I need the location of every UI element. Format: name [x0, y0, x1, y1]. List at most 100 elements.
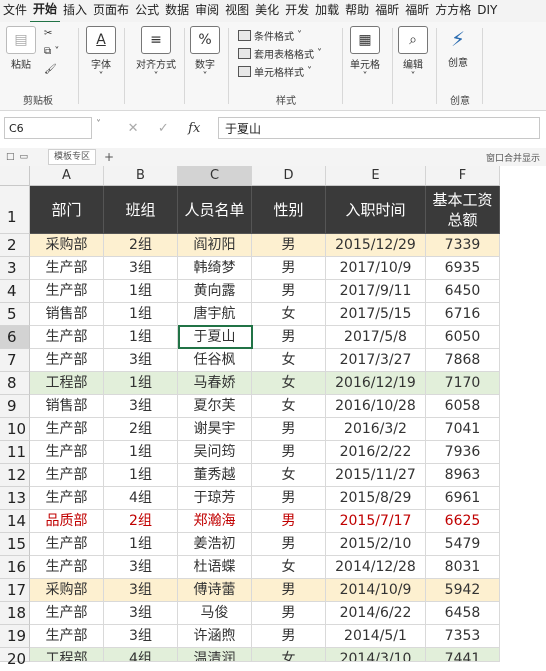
cancel-icon[interactable]: ✕ — [128, 121, 139, 136]
row-header[interactable]: 16 — [0, 556, 30, 579]
row-header[interactable]: 12 — [0, 464, 30, 487]
table-cell[interactable]: 2017/3/27 — [326, 349, 426, 372]
table-cell[interactable]: 销售部 — [30, 303, 104, 326]
ribbon-tab[interactable]: 美化 — [252, 0, 282, 22]
row-header[interactable]: 1 — [0, 186, 30, 234]
table-cell[interactable]: 6458 — [426, 602, 500, 625]
table-cell[interactable]: 生产部 — [30, 487, 104, 510]
table-cell[interactable]: 3组 — [104, 556, 178, 579]
table-cell[interactable]: 3组 — [104, 349, 178, 372]
table-cell[interactable]: 3组 — [104, 257, 178, 280]
window-merge-label[interactable]: 窗口合并显示 — [486, 151, 540, 164]
function-icon[interactable]: fx — [188, 121, 200, 136]
table-cell[interactable]: 男 — [252, 510, 326, 533]
table-cell[interactable]: 7868 — [426, 349, 500, 372]
number-button[interactable]: % 数字 ˅ — [190, 26, 220, 82]
header-cell[interactable]: 性别 — [252, 186, 326, 234]
table-cell[interactable]: 男 — [252, 280, 326, 303]
table-cell[interactable]: 生产部 — [30, 326, 104, 349]
table-cell[interactable]: 工程部 — [30, 372, 104, 395]
table-cell[interactable]: 7170 — [426, 372, 500, 395]
table-cell[interactable]: 6935 — [426, 257, 500, 280]
table-cell[interactable]: 韩绮梦 — [178, 257, 252, 280]
table-cell[interactable]: 生产部 — [30, 625, 104, 648]
table-cell[interactable]: 2015/11/27 — [326, 464, 426, 487]
table-cell[interactable]: 6450 — [426, 280, 500, 303]
ribbon-tab[interactable]: 视图 — [222, 0, 252, 22]
table-cell[interactable]: 女 — [252, 556, 326, 579]
table-cell[interactable]: 采购部 — [30, 579, 104, 602]
table-cell[interactable]: 生产部 — [30, 602, 104, 625]
table-cell[interactable]: 男 — [252, 257, 326, 280]
table-cell[interactable]: 女 — [252, 349, 326, 372]
ribbon-tab[interactable]: 加载 — [312, 0, 342, 22]
table-cell[interactable]: 2组 — [104, 234, 178, 257]
conditional-format-button[interactable]: 条件格式 ˅ — [238, 28, 302, 43]
table-cell[interactable]: 3组 — [104, 395, 178, 418]
table-cell[interactable]: 傅诗蕾 — [178, 579, 252, 602]
table-cell[interactable]: 生产部 — [30, 533, 104, 556]
table-cell[interactable]: 男 — [252, 533, 326, 556]
table-cell[interactable]: 2015/12/29 — [326, 234, 426, 257]
table-cell[interactable]: 生产部 — [30, 349, 104, 372]
table-cell[interactable]: 7441 — [426, 648, 500, 662]
table-cell[interactable]: 1组 — [104, 533, 178, 556]
header-cell[interactable]: 部门 — [30, 186, 104, 234]
formula-input[interactable]: 于夏山 — [218, 117, 540, 139]
table-cell[interactable]: 阎初阳 — [178, 234, 252, 257]
create-button[interactable]: ⚡ 创意 — [444, 26, 472, 69]
ribbon-tab[interactable]: 文件 — [0, 0, 30, 22]
font-button[interactable]: A 字体 ˅ — [86, 26, 116, 82]
ribbon-tab[interactable]: 福昕 — [372, 0, 402, 22]
table-cell[interactable]: 1组 — [104, 372, 178, 395]
table-cell[interactable]: 生产部 — [30, 464, 104, 487]
table-cell[interactable]: 1组 — [104, 326, 178, 349]
table-cell[interactable]: 7353 — [426, 625, 500, 648]
table-cell[interactable]: 4组 — [104, 487, 178, 510]
table-cell[interactable]: 2015/7/17 — [326, 510, 426, 533]
cut-icon[interactable]: ✂ — [44, 28, 52, 39]
table-cell[interactable]: 唐宇航 — [178, 303, 252, 326]
table-cell[interactable]: 黄向露 — [178, 280, 252, 303]
table-cell[interactable]: 于琼芳 — [178, 487, 252, 510]
table-cell[interactable]: 6716 — [426, 303, 500, 326]
table-cell[interactable]: 6961 — [426, 487, 500, 510]
ribbon-tab[interactable]: 审阅 — [192, 0, 222, 22]
row-header[interactable]: 17 — [0, 579, 30, 602]
table-cell[interactable]: 品质部 — [30, 510, 104, 533]
table-cell[interactable]: 吴问筠 — [178, 441, 252, 464]
name-box[interactable]: C6 — [4, 117, 92, 139]
table-cell[interactable]: 男 — [252, 418, 326, 441]
new-file-icon[interactable]: □ — [6, 152, 15, 162]
table-cell[interactable]: 2014/6/22 — [326, 602, 426, 625]
table-cell[interactable]: 3组 — [104, 625, 178, 648]
header-cell[interactable]: 入职时间 — [326, 186, 426, 234]
table-cell[interactable]: 1组 — [104, 464, 178, 487]
table-cell[interactable]: 董秀越 — [178, 464, 252, 487]
table-cell[interactable]: 男 — [252, 487, 326, 510]
row-header[interactable]: 9 — [0, 395, 30, 418]
row-header[interactable]: 6 — [0, 326, 30, 349]
table-cell[interactable]: 3组 — [104, 579, 178, 602]
cells-button[interactable]: ▦ 单元格 ˅ — [350, 26, 380, 82]
table-cell[interactable]: 工程部 — [30, 648, 104, 662]
row-header[interactable]: 14 — [0, 510, 30, 533]
ribbon-tab[interactable]: 福昕 — [402, 0, 432, 22]
table-cell[interactable]: 5942 — [426, 579, 500, 602]
table-cell[interactable]: 女 — [252, 372, 326, 395]
table-cell[interactable]: 2014/12/28 — [326, 556, 426, 579]
enter-icon[interactable]: ✓ — [158, 121, 169, 136]
row-header[interactable]: 5 — [0, 303, 30, 326]
table-cell[interactable]: 2017/5/8 — [326, 326, 426, 349]
table-cell[interactable]: 2016/3/2 — [326, 418, 426, 441]
row-header[interactable]: 7 — [0, 349, 30, 372]
column-header[interactable]: C — [178, 166, 252, 186]
table-cell[interactable]: 8963 — [426, 464, 500, 487]
table-cell[interactable]: 女 — [252, 303, 326, 326]
row-header[interactable]: 13 — [0, 487, 30, 510]
table-cell[interactable]: 郑瀚海 — [178, 510, 252, 533]
row-header[interactable]: 10 — [0, 418, 30, 441]
table-cell[interactable]: 男 — [252, 625, 326, 648]
table-cell[interactable]: 2014/3/10 — [326, 648, 426, 662]
column-header[interactable]: F — [426, 166, 500, 186]
